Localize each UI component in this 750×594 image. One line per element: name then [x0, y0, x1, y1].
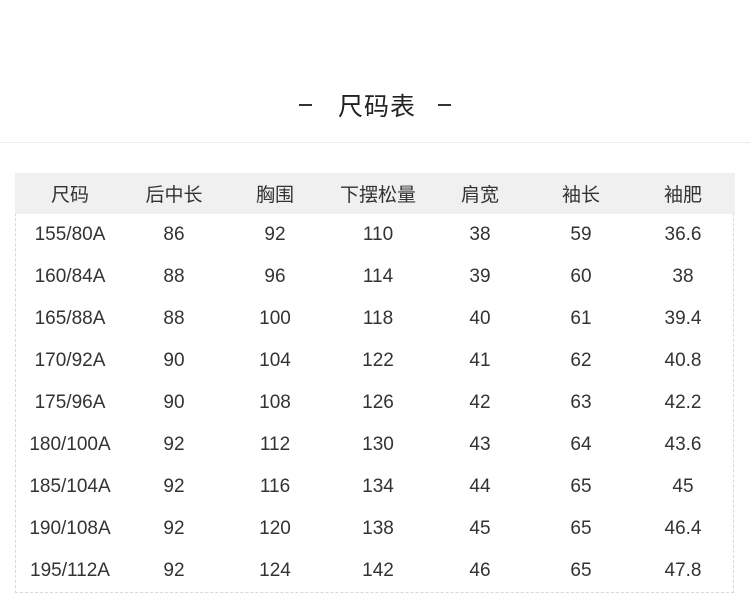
cell-sleeve-width: 40.8 — [664, 350, 702, 371]
cell-hem-ease: 126 — [362, 392, 394, 413]
cell-chest: 120 — [259, 518, 291, 539]
header-sleeve-width: 袖肥 — [631, 173, 735, 214]
cell-size: 155/80A — [34, 224, 106, 245]
header-chest: 胸围 — [223, 173, 327, 214]
table-row: 190/108A 92 120 138 45 65 46.4 — [15, 508, 735, 550]
cell-back-length: 92 — [163, 476, 185, 497]
cell-back-length: 92 — [163, 560, 185, 581]
header-shoulder: 肩宽 — [429, 173, 531, 214]
cell-hem-ease: 138 — [362, 518, 394, 539]
cell-shoulder: 39 — [469, 266, 491, 287]
cell-chest: 108 — [259, 392, 291, 413]
header-hem-ease: 下摆松量 — [327, 173, 429, 214]
cell-sleeve-width: 42.2 — [664, 392, 702, 413]
size-table: 尺码 后中长 胸围 下摆松量 肩宽 袖长 袖肥 155/80A 86 92 11… — [15, 173, 735, 592]
size-chart-page: 尺码表 尺码 后中长 胸围 下摆松量 肩宽 袖长 袖肥 155/80A 86 9… — [0, 0, 750, 594]
cell-shoulder: 43 — [469, 434, 491, 455]
table-row: 160/84A 88 96 114 39 60 38 — [15, 256, 735, 298]
cell-size: 165/88A — [34, 308, 106, 329]
cell-size: 175/96A — [34, 392, 106, 413]
cell-shoulder: 46 — [469, 560, 491, 581]
cell-shoulder: 44 — [469, 476, 491, 497]
cell-chest: 92 — [264, 224, 286, 245]
title-section: 尺码表 — [0, 82, 750, 128]
cell-hem-ease: 118 — [362, 308, 394, 329]
cell-sleeve-length: 63 — [570, 392, 592, 413]
cell-sleeve-width: 46.4 — [664, 518, 702, 539]
table-row: 195/112A 92 124 142 46 65 47.8 — [15, 550, 735, 592]
table-row: 175/96A 90 108 126 42 63 42.2 — [15, 382, 735, 424]
cell-sleeve-length: 59 — [570, 224, 592, 245]
cell-hem-ease: 122 — [362, 350, 394, 371]
cell-shoulder: 45 — [469, 518, 491, 539]
table-row: 165/88A 88 100 118 40 61 39.4 — [15, 298, 735, 340]
cell-chest: 96 — [264, 266, 286, 287]
cell-back-length: 92 — [163, 518, 185, 539]
title-right-dash — [438, 104, 451, 106]
cell-shoulder: 42 — [469, 392, 491, 413]
cell-sleeve-length: 65 — [570, 518, 592, 539]
cell-sleeve-width: 38 — [672, 266, 694, 287]
cell-sleeve-length: 65 — [570, 476, 592, 497]
cell-sleeve-length: 64 — [570, 434, 592, 455]
cell-sleeve-width: 39.4 — [664, 308, 702, 329]
cell-size: 180/100A — [29, 434, 111, 455]
table-row: 180/100A 92 112 130 43 64 43.6 — [15, 424, 735, 466]
cell-sleeve-length: 60 — [570, 266, 592, 287]
cell-chest: 124 — [259, 560, 291, 581]
cell-size: 185/104A — [29, 476, 111, 497]
cell-chest: 104 — [259, 350, 291, 371]
cell-sleeve-width: 36.6 — [664, 224, 702, 245]
cell-back-length: 92 — [163, 434, 185, 455]
cell-chest: 100 — [259, 308, 291, 329]
cell-size: 160/84A — [34, 266, 106, 287]
table-header-row: 尺码 后中长 胸围 下摆松量 肩宽 袖长 袖肥 — [15, 173, 735, 214]
cell-back-length: 90 — [163, 392, 185, 413]
cell-back-length: 88 — [163, 266, 185, 287]
cell-shoulder: 40 — [469, 308, 491, 329]
cell-size: 190/108A — [29, 518, 111, 539]
header-sleeve-length: 袖长 — [531, 173, 631, 214]
cell-back-length: 88 — [163, 308, 185, 329]
cell-sleeve-width: 43.6 — [664, 434, 702, 455]
title-left-dash — [298, 104, 312, 106]
cell-back-length: 90 — [163, 350, 185, 371]
cell-size: 170/92A — [34, 350, 106, 371]
cell-sleeve-length: 62 — [570, 350, 592, 371]
cell-hem-ease: 134 — [362, 476, 394, 497]
cell-shoulder: 41 — [469, 350, 491, 371]
title-divider — [0, 142, 750, 143]
table-row: 170/92A 90 104 122 41 62 40.8 — [15, 340, 735, 382]
cell-chest: 112 — [259, 434, 291, 455]
cell-shoulder: 38 — [469, 224, 491, 245]
cell-hem-ease: 110 — [362, 224, 394, 245]
cell-sleeve-length: 65 — [570, 560, 592, 581]
cell-hem-ease: 130 — [362, 434, 394, 455]
cell-sleeve-width: 45 — [672, 476, 694, 497]
cell-hem-ease: 142 — [362, 560, 394, 581]
cell-size: 195/112A — [30, 560, 110, 581]
table-row: 185/104A 92 116 134 44 65 45 — [15, 466, 735, 508]
cell-hem-ease: 114 — [362, 266, 394, 287]
cell-sleeve-length: 61 — [570, 308, 592, 329]
cell-chest: 116 — [259, 476, 291, 497]
cell-back-length: 86 — [163, 224, 185, 245]
table-row: 155/80A 86 92 110 38 59 36.6 — [15, 214, 735, 256]
page-title: 尺码表 — [337, 92, 416, 121]
cell-sleeve-width: 47.8 — [664, 560, 702, 581]
header-size: 尺码 — [15, 173, 125, 214]
header-back-length: 后中长 — [125, 173, 223, 214]
